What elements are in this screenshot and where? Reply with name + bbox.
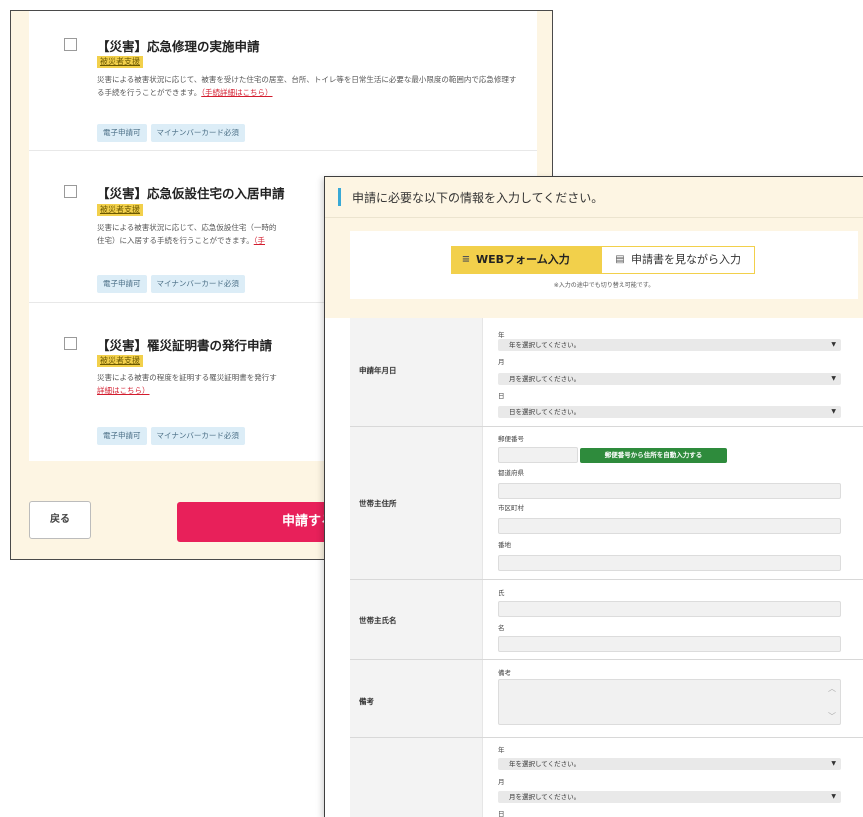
service-category-badge[interactable]: 被災者支援: [97, 355, 143, 367]
prefecture-input[interactable]: [498, 483, 841, 499]
back-button[interactable]: 戻る: [29, 501, 91, 539]
procedure-detail-link[interactable]: （手: [254, 236, 265, 245]
year-label: 年: [498, 331, 505, 339]
tag-electronic-application: 電子申請可: [97, 124, 147, 142]
year-select-value: 年を選択してください。: [509, 341, 581, 349]
service-tags: 電子申請可 マイナンバーカード必須: [97, 124, 245, 142]
day-label: 日: [498, 810, 505, 817]
service-category-badge[interactable]: 被災者支援: [97, 204, 143, 216]
scroll-up-icon[interactable]: ︿: [828, 683, 836, 694]
tag-electronic-application: 電子申請可: [97, 427, 147, 445]
service-tags: 電子申請可 マイナンバーカード必須: [97, 427, 245, 445]
scroll-down-icon[interactable]: ﹀: [828, 711, 836, 722]
chevron-down-icon: ▼: [831, 793, 836, 800]
day-select-value: 日を選択してください。: [509, 408, 581, 416]
city-input[interactable]: [498, 518, 841, 534]
zip-autofill-button[interactable]: 郵便番号から住所を自動入力する: [580, 448, 727, 463]
remarks-textarea[interactable]: ︿ ﹀: [498, 679, 841, 725]
tab-web-form[interactable]: ≡ WEBフォーム入力: [451, 246, 601, 274]
service-checkbox[interactable]: [64, 337, 77, 350]
zip-input[interactable]: [498, 447, 578, 463]
application-date-section: 申請年月日 年 年を選択してください。 ▼ 月 月を選択してください。 ▼ 日 日を…: [350, 318, 863, 427]
remarks-label: 備考: [359, 697, 374, 706]
service-item[interactable]: 【災害】応急修理の実施申請 被災者支援 災害による被害状況に応じて、被害を受けた…: [29, 11, 537, 150]
month-select[interactable]: 月を選択してください。 ▼: [498, 373, 841, 385]
householder-address-label: 世帯主住所: [359, 499, 397, 508]
householder-name-section: 世帯主氏名 氏 名: [350, 580, 863, 660]
list-icon: ≡: [461, 254, 471, 265]
prefecture-label: 都道府県: [498, 469, 524, 477]
street-input[interactable]: [498, 555, 841, 571]
first-name-label: 名: [498, 624, 505, 632]
procedure-detail-link[interactable]: （手続詳細はこちら）: [201, 88, 272, 97]
service-checkbox[interactable]: [64, 185, 77, 198]
service-checkbox[interactable]: [64, 38, 77, 51]
application-date-label: 申請年月日: [359, 366, 397, 375]
householder-address-section: 世帯主住所 郵便番号 郵便番号から住所を自動入力する 都道府県 市区町村 番地: [350, 427, 863, 580]
chevron-down-icon: ▼: [831, 408, 836, 415]
last-name-input[interactable]: [498, 601, 841, 617]
label-column: [350, 738, 483, 817]
header-accent-bar: [338, 188, 341, 206]
application-form-window: 申請に必要な以下の情報を入力してください。 ≡ WEBフォーム入力 ▤ 申請書を…: [324, 176, 863, 817]
chevron-down-icon: ▼: [831, 375, 836, 382]
service-tags: 電子申請可 マイナンバーカード必須: [97, 275, 245, 293]
application-form: 申請年月日 年 年を選択してください。 ▼ 月 月を選択してください。 ▼ 日 日を…: [350, 318, 863, 817]
tag-mynumber-required: マイナンバーカード必須: [150, 124, 245, 142]
input-mode-area: ≡ WEBフォーム入力 ▤ 申請書を見ながら入力 ※入力の途中でも切り替え可能で…: [325, 218, 863, 318]
service-title: 【災害】応急仮設住宅の入居申請: [97, 186, 285, 201]
year-select[interactable]: 年を選択してください。 ▼: [498, 339, 841, 351]
day-select[interactable]: 日を選択してください。 ▼: [498, 406, 841, 418]
city-label: 市区町村: [498, 504, 524, 512]
form-instruction: 申請に必要な以下の情報を入力してください。: [352, 191, 604, 205]
remarks-field-label: 備考: [498, 669, 511, 677]
mode-switch-note: ※入力の途中でも切り替え可能です。: [553, 282, 655, 289]
date-section-2: 年 年を選択してください。 ▼ 月 月を選択してください。 ▼ 日: [350, 738, 863, 817]
service-category-badge[interactable]: 被災者支援: [97, 56, 143, 68]
document-icon: ▤: [615, 254, 625, 265]
day-label: 日: [498, 392, 505, 400]
procedure-detail-link[interactable]: 詳細はこちら）: [97, 386, 150, 395]
service-title: 【災害】応急修理の実施申請: [97, 39, 260, 54]
year-select[interactable]: 年を選択してください。 ▼: [498, 758, 841, 770]
householder-name-label: 世帯主氏名: [359, 616, 397, 625]
form-header: 申請に必要な以下の情報を入力してください。: [325, 177, 863, 218]
service-title: 【災害】罹災証明書の発行申請: [97, 338, 273, 353]
input-mode-panel: ≡ WEBフォーム入力 ▤ 申請書を見ながら入力 ※入力の途中でも切り替え可能で…: [350, 231, 858, 299]
chevron-down-icon: ▼: [831, 341, 836, 348]
tab-view-document-label: 申請書を見ながら入力: [631, 253, 741, 266]
month-select-value: 月を選択してください。: [509, 375, 581, 383]
service-description: 災害による被害状況に応じて、被害を受けた住宅の居室、台所、トイレ等を日常生活に必…: [97, 75, 517, 97]
street-label: 番地: [498, 541, 511, 549]
year-select-value: 年を選択してください。: [509, 760, 581, 768]
tab-view-document[interactable]: ▤ 申請書を見ながら入力: [601, 246, 755, 274]
tag-mynumber-required: マイナンバーカード必須: [150, 427, 245, 445]
month-select[interactable]: 月を選択してください。 ▼: [498, 791, 841, 803]
month-select-value: 月を選択してください。: [509, 793, 581, 801]
zip-label: 郵便番号: [498, 435, 524, 443]
tab-web-form-label: WEBフォーム入力: [476, 253, 570, 266]
month-label: 月: [498, 358, 505, 366]
tag-mynumber-required: マイナンバーカード必須: [150, 275, 245, 293]
first-name-input[interactable]: [498, 636, 841, 652]
month-label: 月: [498, 778, 505, 786]
last-name-label: 氏: [498, 589, 505, 597]
chevron-down-icon: ▼: [831, 760, 836, 767]
tag-electronic-application: 電子申請可: [97, 275, 147, 293]
remarks-section: 備考 備考 ︿ ﹀: [350, 660, 863, 738]
year-label: 年: [498, 746, 505, 754]
